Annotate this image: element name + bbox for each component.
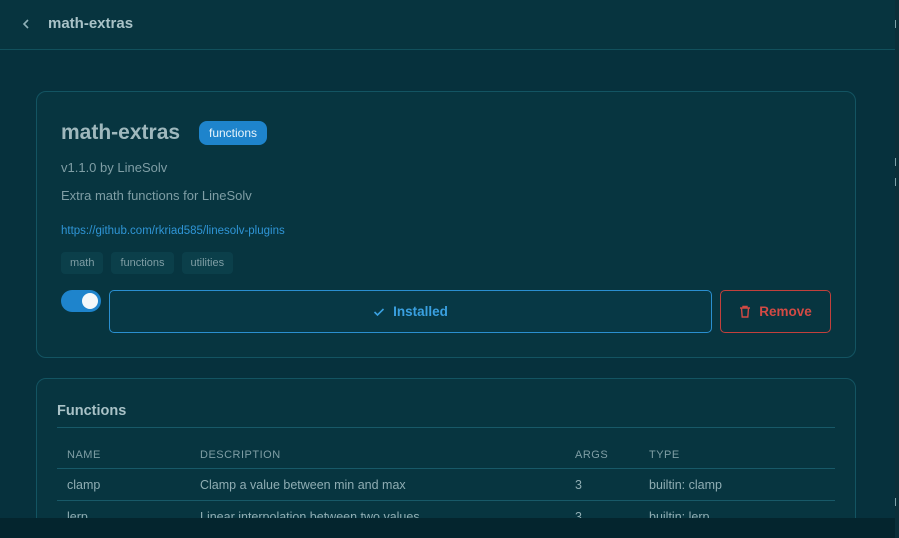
tag-math: math: [61, 252, 104, 274]
trash-icon: [740, 305, 751, 318]
cell-name: clamp: [57, 468, 190, 501]
app-window: math-extras math-extras functions v1.1.0…: [0, 0, 899, 538]
column-header-description: DESCRIPTION: [190, 442, 565, 469]
top-bar: math-extras: [0, 0, 895, 50]
tag-list: math functions utilities: [61, 252, 234, 274]
toggle-knob: [82, 293, 98, 309]
repo-link[interactable]: https://github.com/rkriad585/linesolv-pl…: [61, 225, 285, 237]
cell-args: 3: [565, 468, 639, 501]
remove-button[interactable]: Remove: [720, 290, 831, 333]
tag-functions: functions: [111, 252, 174, 274]
bottom-bar: [0, 518, 895, 538]
functions-card: Functions NAME DESCRIPTION ARGS TYPE cla…: [36, 378, 856, 538]
functions-title: Functions: [57, 403, 127, 419]
table-row[interactable]: clamp Clamp a value between min and max …: [57, 468, 835, 501]
column-header-type: TYPE: [639, 442, 835, 469]
tag-utilities: utilities: [181, 252, 234, 274]
check-icon: [374, 307, 385, 316]
cell-type: builtin: clamp: [639, 468, 835, 501]
plugin-name: math-extras: [61, 121, 181, 144]
category-badge: functions: [199, 121, 268, 145]
edge-mark: [895, 178, 899, 186]
table-header-row: NAME DESCRIPTION ARGS TYPE: [57, 442, 835, 469]
installed-label: Installed: [393, 304, 448, 319]
cell-description: Clamp a value between min and max: [190, 468, 565, 501]
installed-button[interactable]: Installed: [109, 290, 712, 333]
edge-mark: [895, 20, 899, 28]
plugin-description: Extra math functions for LineSolv: [61, 188, 252, 203]
edge-mark: [895, 498, 899, 506]
edge-mark: [895, 158, 899, 166]
page-title: math-extras: [48, 15, 134, 32]
window-edge-strip: [895, 0, 899, 538]
column-header-args: ARGS: [565, 442, 639, 469]
plugin-card: math-extras functions v1.1.0 by LineSolv…: [36, 91, 856, 358]
back-button[interactable]: [16, 14, 36, 34]
column-header-name: NAME: [57, 442, 190, 469]
section-divider: [57, 427, 835, 428]
enable-toggle[interactable]: [61, 290, 101, 312]
plugin-version: v1.1.0 by LineSolv: [61, 160, 168, 175]
remove-label: Remove: [759, 304, 812, 319]
chevron-left-icon: [22, 19, 29, 29]
